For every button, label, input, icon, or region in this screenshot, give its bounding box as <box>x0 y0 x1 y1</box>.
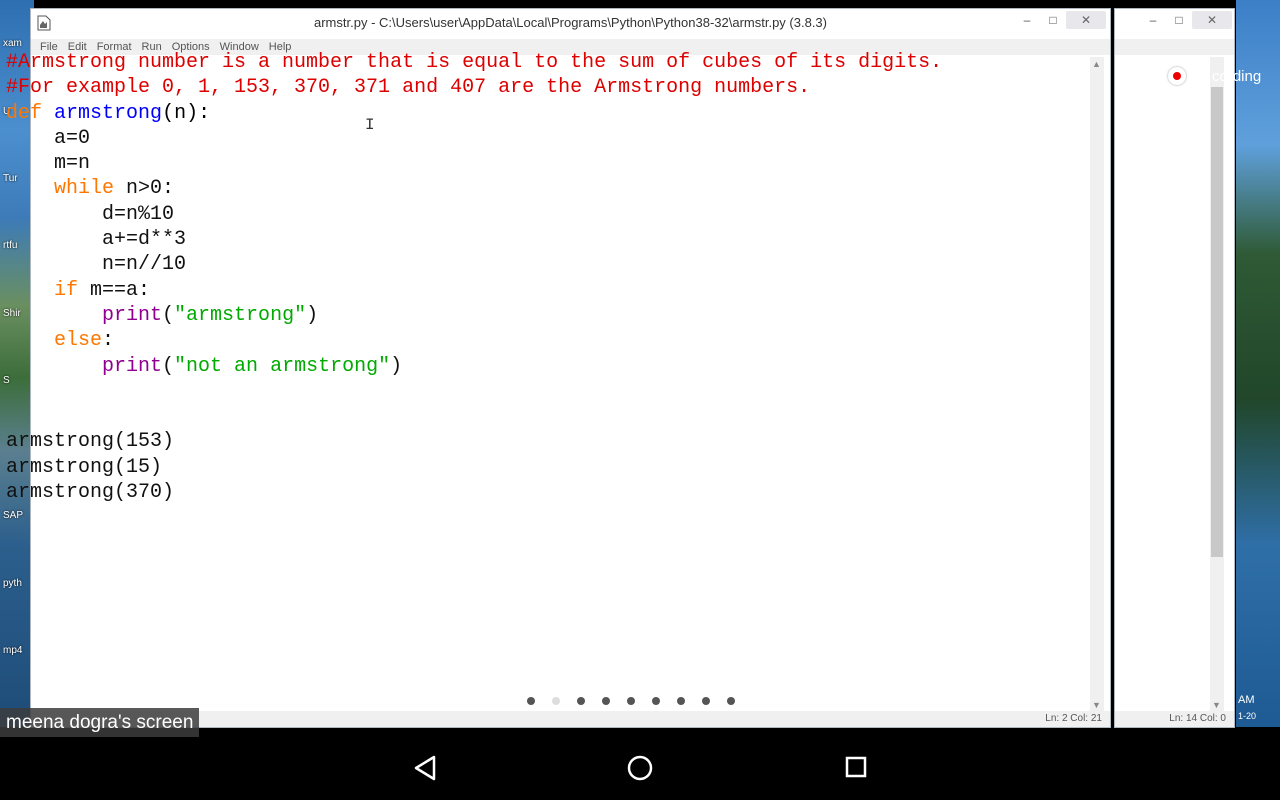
vertical-scrollbar[interactable]: ▲ ▼ <box>1090 57 1104 712</box>
function-call-line: armstrong(153) <box>6 430 175 454</box>
code-line: a=0 <box>6 126 91 150</box>
home-icon[interactable] <box>627 755 653 781</box>
code-line: m=n <box>6 152 91 176</box>
page-dot[interactable] <box>627 697 635 705</box>
maximize-button[interactable]: □ <box>1166 11 1192 29</box>
function-call-line: armstrong(370) <box>6 481 175 505</box>
cursor-position: Ln: 14 Col: 0 <box>1169 713 1226 724</box>
function-call-line: armstrong(15) <box>6 455 163 479</box>
code-editor[interactable]: #Armstrong number is a number that is eq… <box>6 50 942 505</box>
cursor-position: Ln: 2 Col: 21 <box>1045 713 1102 724</box>
code-comment-line: #Armstrong number is a number that is eq… <box>6 51 943 74</box>
code-text: n>0: <box>114 177 175 201</box>
close-button[interactable]: ✕ <box>1066 11 1106 29</box>
taskbar-clock-date: 1-20 <box>1238 711 1257 721</box>
back-icon[interactable] <box>413 755 437 781</box>
desktop-icon-label[interactable]: xam <box>3 38 22 49</box>
recording-label: cording <box>1212 68 1262 85</box>
code-text: (n): <box>162 101 211 125</box>
status-bar: Ln: 14 Col: 0 <box>1115 711 1234 727</box>
page-dot[interactable] <box>552 697 560 705</box>
second-window: – □ ✕ ▼ Ln: 14 Col: 0 <box>1114 8 1235 728</box>
string-literal: "not an armstrong" <box>174 354 391 378</box>
screen-share-label: meena dogra's screen <box>0 708 200 738</box>
string-literal: "armstrong" <box>174 303 307 327</box>
desktop-icon-label[interactable]: mp4 <box>3 645 22 656</box>
scroll-thumb[interactable] <box>1211 87 1223 557</box>
minimize-button[interactable]: – <box>1140 11 1166 29</box>
close-button[interactable]: ✕ <box>1192 11 1232 29</box>
desktop-wallpaper-right: AM 1-20 <box>1236 0 1280 727</box>
code-text: : <box>102 329 115 353</box>
desktop-icon-label[interactable]: SAP <box>3 510 23 521</box>
builtin-print: print <box>102 303 163 327</box>
page-dot[interactable] <box>677 697 685 705</box>
code-comment-line: #For example 0, 1, 153, 370, 371 and 407… <box>6 76 811 100</box>
recents-icon[interactable] <box>845 755 867 779</box>
title-bar[interactable]: armstr.py - C:\Users\user\AppData\Local\… <box>31 9 1110 39</box>
text-cursor-icon: I <box>365 116 375 134</box>
window-title: armstr.py - C:\Users\user\AppData\Local\… <box>314 15 827 30</box>
page-dot[interactable] <box>727 697 735 705</box>
builtin-print: print <box>102 354 163 378</box>
desktop-icon-label[interactable]: pyth <box>3 578 22 589</box>
page-dot[interactable] <box>702 697 710 705</box>
code-line: n=n//10 <box>6 253 187 277</box>
keyword-else: else <box>54 329 103 353</box>
keyword-if: if <box>54 278 79 302</box>
code-line: d=n%10 <box>6 202 175 226</box>
keyword-def: def <box>6 101 43 125</box>
android-nav-bar <box>0 737 1280 800</box>
function-name: armstrong <box>54 101 163 125</box>
maximize-button[interactable]: □ <box>1040 11 1066 29</box>
code-text: m==a: <box>78 278 151 302</box>
taskbar-clock-time: AM <box>1238 694 1255 706</box>
scroll-down-icon[interactable]: ▼ <box>1092 700 1101 710</box>
code-line: a+=d**3 <box>6 228 187 252</box>
page-dot[interactable] <box>602 697 610 705</box>
second-menu-bar <box>1115 39 1234 55</box>
scroll-down-icon[interactable]: ▼ <box>1212 700 1221 710</box>
vertical-scrollbar[interactable]: ▼ <box>1210 57 1224 712</box>
page-dot[interactable] <box>527 697 535 705</box>
page-indicator <box>527 697 735 705</box>
page-dot[interactable] <box>652 697 660 705</box>
second-title-bar[interactable]: – □ ✕ <box>1115 9 1234 39</box>
keyword-while: while <box>54 177 115 201</box>
minimize-button[interactable]: – <box>1014 11 1040 29</box>
page-dot[interactable] <box>577 697 585 705</box>
scroll-up-icon[interactable]: ▲ <box>1092 59 1101 69</box>
record-icon[interactable] <box>1168 67 1186 85</box>
